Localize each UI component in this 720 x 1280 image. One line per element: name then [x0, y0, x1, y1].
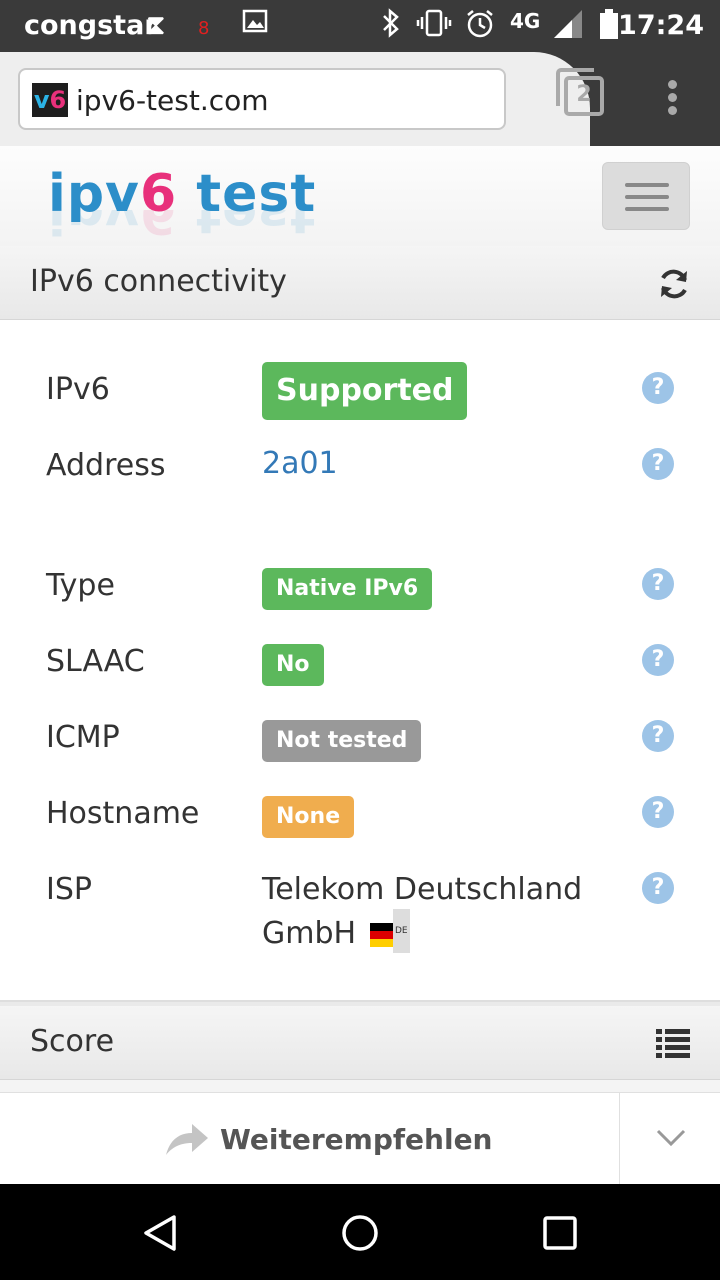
- home-icon[interactable]: [341, 1214, 379, 1252]
- network-type: 4G: [510, 9, 541, 33]
- connectivity-panel: IPv6 Supported ? Address 2a01: ? Type Na…: [0, 320, 720, 1002]
- site-header: ipv6 test ipv6 test: [0, 146, 720, 246]
- icmp-label: ICMP: [46, 720, 120, 755]
- slaac-help-icon[interactable]: ?: [642, 644, 674, 676]
- ipv6-label: IPv6: [46, 372, 110, 407]
- web-page: ipv6 test ipv6 test IPv6 connectivity IP…: [0, 146, 720, 1184]
- tab-switcher-button[interactable]: 2: [556, 68, 604, 116]
- hostname-badge: None: [262, 796, 355, 838]
- isp-name: Telekom Deutschland GmbH: [262, 872, 583, 951]
- type-badge: Native IPv6: [262, 568, 433, 610]
- germany-flag-icon: DE: [369, 908, 410, 953]
- share-bar: Weiterempfehlen: [0, 1092, 720, 1185]
- hostname-help-icon[interactable]: ?: [642, 796, 674, 828]
- hourglass-icon: ⧗: [146, 8, 166, 41]
- browser-toolbar: v6 ipv6-test.com 2: [0, 52, 720, 146]
- address-value[interactable]: 2a01:: [262, 446, 338, 481]
- android-nav-bar: [0, 1184, 720, 1280]
- logo-reflection: ipv6 test: [48, 210, 317, 244]
- clock: 17:24: [618, 10, 704, 41]
- vibrate-icon: [416, 8, 452, 46]
- share-expand-button[interactable]: [620, 1093, 720, 1185]
- share-label: Weiterempfehlen: [220, 1123, 493, 1156]
- chevron-down-icon: [656, 1129, 686, 1147]
- slaac-label: SLAAC: [46, 644, 145, 679]
- notification-count: 8: [198, 18, 210, 39]
- isp-value: Telekom Deutschland GmbH DE: [262, 868, 622, 956]
- type-label: Type: [46, 568, 115, 603]
- favicon: v6: [32, 83, 68, 117]
- refresh-icon[interactable]: [656, 266, 692, 306]
- url-bar[interactable]: v6 ipv6-test.com: [18, 68, 506, 130]
- alarm-icon: [464, 8, 496, 48]
- address-help-icon[interactable]: ?: [642, 448, 674, 480]
- signal-icon: [552, 8, 584, 48]
- carrier-name: congstar: [24, 10, 158, 41]
- bluetooth-icon: [380, 8, 402, 46]
- type-help-icon[interactable]: ?: [642, 568, 674, 600]
- connectivity-panel-header: IPv6 connectivity: [0, 246, 720, 320]
- flag-country-code: DE: [393, 908, 410, 953]
- status-bar: congstar ⧗ 8 4G 17:24: [0, 0, 720, 52]
- address-label: Address: [46, 448, 166, 483]
- isp-label: ISP: [46, 872, 92, 907]
- score-title: Score: [30, 1024, 115, 1059]
- ipv6-help-icon[interactable]: ?: [642, 372, 674, 404]
- share-arrow-icon: [164, 1121, 210, 1161]
- ipv6-status-badge: Supported: [262, 362, 468, 420]
- back-icon[interactable]: [142, 1214, 178, 1252]
- recents-icon[interactable]: [542, 1215, 578, 1251]
- nav-menu-button[interactable]: [602, 162, 690, 230]
- slaac-badge: No: [262, 644, 324, 686]
- overflow-menu-button[interactable]: [664, 80, 680, 120]
- url-text: ipv6-test.com: [76, 84, 269, 117]
- list-icon[interactable]: [656, 1028, 690, 1062]
- connectivity-title: IPv6 connectivity: [30, 264, 287, 299]
- hostname-label: Hostname: [46, 796, 200, 831]
- icmp-badge: Not tested: [262, 720, 422, 762]
- score-panel-header: Score: [0, 1006, 720, 1080]
- image-icon: [242, 8, 268, 42]
- share-button[interactable]: Weiterempfehlen: [0, 1093, 620, 1185]
- icmp-help-icon[interactable]: ?: [642, 720, 674, 752]
- isp-help-icon[interactable]: ?: [642, 872, 674, 904]
- battery-icon: [598, 8, 620, 48]
